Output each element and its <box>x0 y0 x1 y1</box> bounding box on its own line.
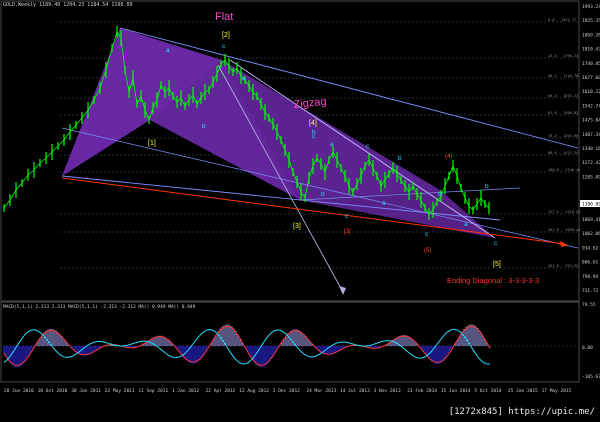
wave-a-label: a <box>330 141 334 148</box>
fib-level-label: 76.4 - 1503.60 <box>548 134 578 138</box>
fib-level-label: 261.8 - 923.53 <box>548 264 578 268</box>
wave-4-red-label: (4) <box>445 154 452 160</box>
time-tick-label: 5 Oct 2014 <box>474 388 501 394</box>
projection-arrow-head <box>339 286 346 295</box>
price-tick-label: 1925.35 <box>582 18 600 24</box>
time-tick-label: 24 Mar 2013 <box>306 388 336 394</box>
price-tick-label: 1677.60 <box>582 75 600 81</box>
price-tick-label: 1542.74 <box>582 103 600 109</box>
time-tick-label: 2 Dec 2012 <box>273 388 300 394</box>
fib-level-label: 127.2 - 1210.50 <box>548 210 580 214</box>
red-trend-arrow-head <box>560 241 568 247</box>
chart-title: GOLD,Weekly 1189.40 1204.23 1184.54 1190… <box>3 2 132 8</box>
fib-level-label: 161.8 - 1050.44 <box>548 228 580 232</box>
price-tick-label: 798.94 <box>582 274 599 280</box>
fib-level-label: 23.6 - 1796.24 <box>548 54 578 58</box>
price-tick-label: 1610.22 <box>582 89 600 95</box>
time-tick-label: 17 May 2015 <box>542 388 572 394</box>
wave-3-label: [3] <box>293 223 301 230</box>
wave-b-label: b <box>202 123 206 130</box>
ohlc-readout: 1189.40 1204.23 1184.54 1190.09 <box>39 2 133 8</box>
time-tick-label: 15 Jun 2014 <box>441 388 471 394</box>
wave-b-label: b <box>485 183 489 190</box>
fib-level-label: 50.0 - 1653.23 <box>548 94 578 98</box>
macd-header: MACD(5,1,1) 2.313 2.313 MACD(5,1,1) -2.3… <box>3 305 196 310</box>
macd-signal-cyan <box>3 328 491 365</box>
time-tick-label: 10 Oct 2010 <box>38 388 68 394</box>
time-tick-label: 23 Feb 2014 <box>407 388 437 394</box>
wave-c-label: c <box>222 43 226 50</box>
price-tick-label: 1869.26 <box>582 32 600 38</box>
ending-diagonal-label: Ending Diagonal : 3-3-3-3-3 <box>447 276 539 285</box>
wave-b-label: b <box>438 191 442 198</box>
fib-level-label: 61.8 - 1588.83 <box>548 111 578 115</box>
time-tick-label: 30 Jan 2011 <box>71 388 101 394</box>
price-tick-label: 1340.16 <box>582 146 600 152</box>
wave-a-label: a <box>242 75 246 82</box>
wave-4-label: [4] <box>309 120 317 127</box>
flat-label: Flat <box>215 11 233 23</box>
price-tick-label: 866.61 <box>582 260 599 266</box>
price-tick-label: 934.62 <box>582 245 599 251</box>
price-tick-label: 1272.42 <box>582 160 600 166</box>
price-tick-label: 1475.04 <box>582 118 600 124</box>
price-tick-label: 1407.34 <box>582 132 600 138</box>
wave-a-label: a <box>166 47 170 54</box>
current-price-label: 1190.09 <box>582 202 600 208</box>
indicator-tick-label: 0.00 <box>582 345 593 351</box>
fib-level-label: 0.0 - 1923.72 <box>548 18 576 22</box>
symbol-label: GOLD,Weekly <box>3 2 37 8</box>
indicator-tick-label: 79.55 <box>582 302 596 308</box>
wave-b-label: b <box>321 191 325 198</box>
price-tick-label: 1740.85 <box>582 61 600 67</box>
time-tick-label: 14 Jul 2013 <box>340 388 370 394</box>
wave-a-label: a <box>382 200 386 207</box>
price-tick-label: 1993.24 <box>582 4 600 10</box>
price-tick-label: 1069.41 <box>582 217 600 223</box>
zigzag-label: Zigzag <box>293 96 327 111</box>
wave-a-label: a <box>464 221 468 228</box>
price-tick-label: 1205.89 <box>582 174 600 180</box>
time-tick-label: 25 Jan 2015 <box>508 388 538 394</box>
wave-b-label: b <box>398 155 402 162</box>
time-tick-label: 12 Aug 2012 <box>239 388 269 394</box>
price-tick-label: 731.72 <box>582 288 599 294</box>
price-tick-label: 1002.06 <box>582 231 600 237</box>
wave-c-label: c <box>494 240 498 247</box>
wave-1-label: [1] <box>148 140 156 147</box>
time-tick-label: 20 Jun 2010 <box>4 388 34 394</box>
time-tick-label: 11 Sep 2011 <box>138 388 168 394</box>
price-tick-label: 1810.43 <box>582 47 600 53</box>
time-tick-label: 1 Jan 2012 <box>172 388 199 394</box>
fib-level-label: 38.2 - 1716.70 <box>548 74 578 78</box>
wave-5-red-label: (5) <box>424 248 431 254</box>
fib-level-label: 88.6 - 1427.34 <box>548 151 578 155</box>
time-tick-label: 3 Nov 2013 <box>374 388 401 394</box>
watermark: [1272x845] https://upic.me/ <box>445 407 598 417</box>
chart-window[interactable]: 1993.24 1925.35 1869.26 1810.43 1740.85 1677.… <box>0 0 600 418</box>
time-tick-label: 22 Apr 2012 <box>206 388 236 394</box>
time-tick-label: 22 May 2011 <box>105 388 135 394</box>
wave-5-label: [5] <box>493 261 501 268</box>
indicator-tick-label: -105.6787 <box>582 374 600 380</box>
fib-level-label: 100.0 - 1346.46 <box>548 168 580 172</box>
wave-3-red-label: [3] <box>344 229 351 235</box>
price-chart[interactable]: 1993.24 1925.35 1869.26 1810.43 1740.85 1677.… <box>0 0 600 418</box>
wave-2-label: [2] <box>222 32 230 39</box>
